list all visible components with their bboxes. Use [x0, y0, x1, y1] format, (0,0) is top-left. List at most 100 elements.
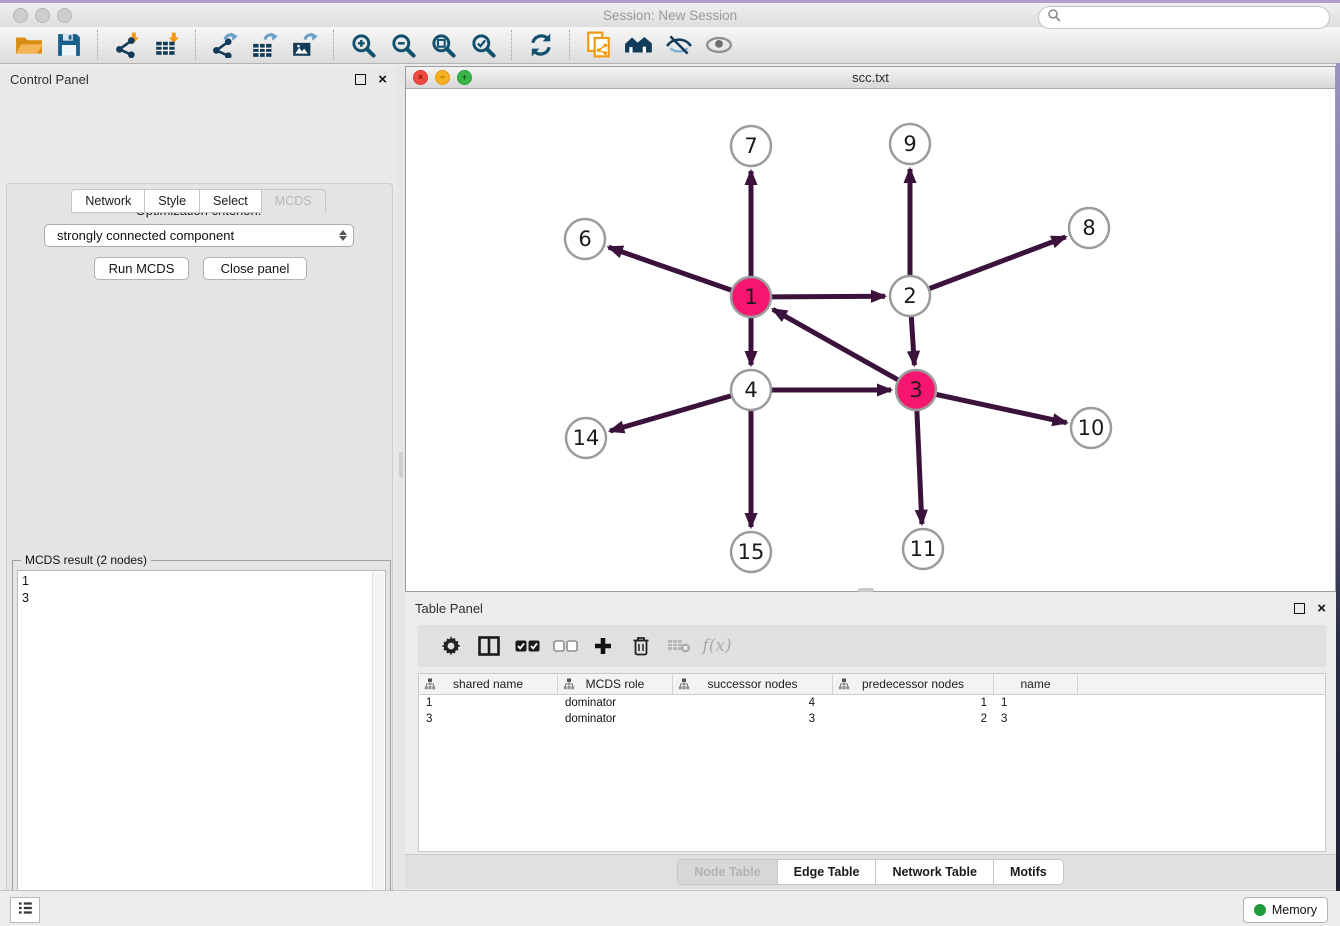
export-image-icon[interactable]	[288, 30, 322, 60]
svg-text:15: 15	[738, 540, 765, 564]
table-cell[interactable]: dominator	[558, 713, 673, 725]
table-row[interactable]: 1dominator411	[419, 695, 1325, 711]
graph-edge-4-14[interactable]	[610, 396, 731, 431]
graph-edge-2-3[interactable]	[911, 317, 914, 365]
table-cell[interactable]: 2	[833, 713, 994, 725]
graph-edge-2-8[interactable]	[930, 237, 1066, 289]
column-header-shared-name[interactable]: shared name	[419, 674, 558, 694]
network-graph[interactable]: 7 9 6 8 1 2 4 3 14 10 15 11	[406, 88, 1335, 591]
graph-node-15[interactable]: 15	[731, 532, 771, 572]
graph-node-6[interactable]: 6	[565, 219, 605, 259]
graph-node-8[interactable]: 8	[1069, 208, 1109, 248]
table-cell[interactable]: 3	[419, 713, 558, 725]
graph-node-14[interactable]: 14	[566, 418, 606, 458]
home-icon[interactable]	[622, 30, 656, 60]
svg-text:7: 7	[744, 134, 757, 158]
export-table-icon[interactable]	[248, 30, 282, 60]
control-panel-tabs: NetworkStyleSelectMCDS	[0, 189, 397, 213]
graph-node-4[interactable]: 4	[731, 370, 771, 410]
table-row[interactable]: 3dominator323	[419, 711, 1325, 727]
task-history-button[interactable]	[10, 897, 40, 923]
tab-mcds[interactable]: MCDS	[261, 189, 326, 213]
table-cell[interactable]: 3	[994, 713, 1078, 725]
canvas-scroll-handle[interactable]	[858, 588, 874, 592]
split-view-icon[interactable]	[470, 631, 508, 661]
run-mcds-button[interactable]: Run MCDS	[94, 257, 189, 280]
mcds-result-textarea[interactable]: 13	[17, 570, 386, 926]
close-panel-icon[interactable]: ×	[378, 72, 387, 87]
splitter-grip[interactable]	[399, 452, 403, 478]
result-scrollbar[interactable]	[372, 572, 384, 926]
control-panel-title: Control Panel	[10, 72, 355, 87]
graph-edge-3-10[interactable]	[937, 395, 1067, 423]
add-column-icon[interactable]	[584, 631, 622, 661]
graph-node-3[interactable]: 3	[896, 370, 936, 410]
result-line: 1	[22, 573, 381, 590]
tab-network-table[interactable]: Network Table	[875, 859, 993, 885]
tab-network[interactable]: Network	[71, 189, 144, 213]
show-graphics-icon[interactable]	[702, 30, 736, 60]
table-panel-title: Table Panel	[415, 601, 1294, 616]
node-table-body: 1dominator4113dominator323	[419, 695, 1325, 727]
table-settings-gear-icon[interactable]	[432, 631, 470, 661]
zoom-in-icon[interactable]	[346, 30, 380, 60]
column-header-MCDS-role[interactable]: MCDS role	[558, 674, 673, 694]
deselect-rows-icon[interactable]	[546, 631, 584, 661]
mcds-result-lines: 13	[18, 571, 385, 609]
search-input[interactable]	[1038, 6, 1330, 29]
graph-node-11[interactable]: 11	[903, 529, 943, 569]
graph-node-1[interactable]: 1	[731, 277, 771, 317]
desktop-background-strip-right	[1336, 63, 1340, 891]
save-session-icon[interactable]	[52, 30, 86, 60]
graph-edge-3-11[interactable]	[917, 411, 922, 524]
duplicate-network-icon[interactable]	[582, 30, 616, 60]
memory-button[interactable]: Memory	[1243, 897, 1328, 923]
graph-node-7[interactable]: 7	[731, 126, 771, 166]
hide-graphics-icon[interactable]	[662, 30, 696, 60]
graph-node-2[interactable]: 2	[890, 276, 930, 316]
column-header-predecessor-nodes[interactable]: predecessor nodes	[833, 674, 994, 694]
table-cell[interactable]: dominator	[558, 697, 673, 709]
column-header-name[interactable]: name	[994, 674, 1078, 694]
tab-motifs[interactable]: Motifs	[993, 859, 1064, 885]
column-header-successor-nodes[interactable]: successor nodes	[673, 674, 833, 694]
criterion-dropdown[interactable]: strongly connected component	[44, 224, 354, 247]
toolbar-separator	[333, 30, 335, 60]
select-all-rows-icon[interactable]	[508, 631, 546, 661]
import-table-icon[interactable]	[150, 30, 184, 60]
zoom-selected-icon[interactable]	[466, 30, 500, 60]
panel-splitter[interactable]	[397, 66, 405, 890]
zoom-out-icon[interactable]	[386, 30, 420, 60]
zoom-fit-icon[interactable]	[426, 30, 460, 60]
graph-node-10[interactable]: 10	[1071, 408, 1111, 448]
export-network-icon[interactable]	[208, 30, 242, 60]
list-icon	[17, 900, 34, 921]
graph-edge-1-2[interactable]	[772, 296, 885, 297]
table-cell[interactable]: 1	[833, 697, 994, 709]
table-close-panel-icon[interactable]: ×	[1317, 601, 1326, 616]
close-panel-button[interactable]: Close panel	[203, 257, 307, 280]
svg-text:4: 4	[744, 378, 757, 402]
float-window-icon[interactable]	[355, 74, 366, 85]
table-float-window-icon[interactable]	[1294, 603, 1305, 614]
table-panel: Table Panel × f(x) shared nameMCDS roles…	[405, 595, 1336, 890]
tab-style[interactable]: Style	[144, 189, 199, 213]
mcds-result-title: MCDS result (2 nodes)	[21, 553, 151, 567]
network-window-titlebar[interactable]: × − + scc.txt	[406, 67, 1335, 89]
table-cell[interactable]: 3	[673, 713, 833, 725]
open-session-icon[interactable]	[12, 30, 46, 60]
graph-edge-1-6[interactable]	[609, 247, 732, 290]
graph-edge-3-1[interactable]	[773, 309, 898, 379]
table-cell[interactable]: 1	[419, 697, 558, 709]
tab-select[interactable]: Select	[199, 189, 261, 213]
delete-columns-icon[interactable]	[622, 631, 660, 661]
table-cell[interactable]: 1	[994, 697, 1078, 709]
svg-text:8: 8	[1082, 216, 1095, 240]
import-network-icon[interactable]	[110, 30, 144, 60]
refresh-icon[interactable]	[524, 30, 558, 60]
tab-node-table[interactable]: Node Table	[677, 859, 776, 885]
table-toolbar: f(x)	[418, 625, 1326, 667]
graph-node-9[interactable]: 9	[890, 124, 930, 164]
tab-edge-table[interactable]: Edge Table	[777, 859, 876, 885]
table-cell[interactable]: 4	[673, 697, 833, 709]
